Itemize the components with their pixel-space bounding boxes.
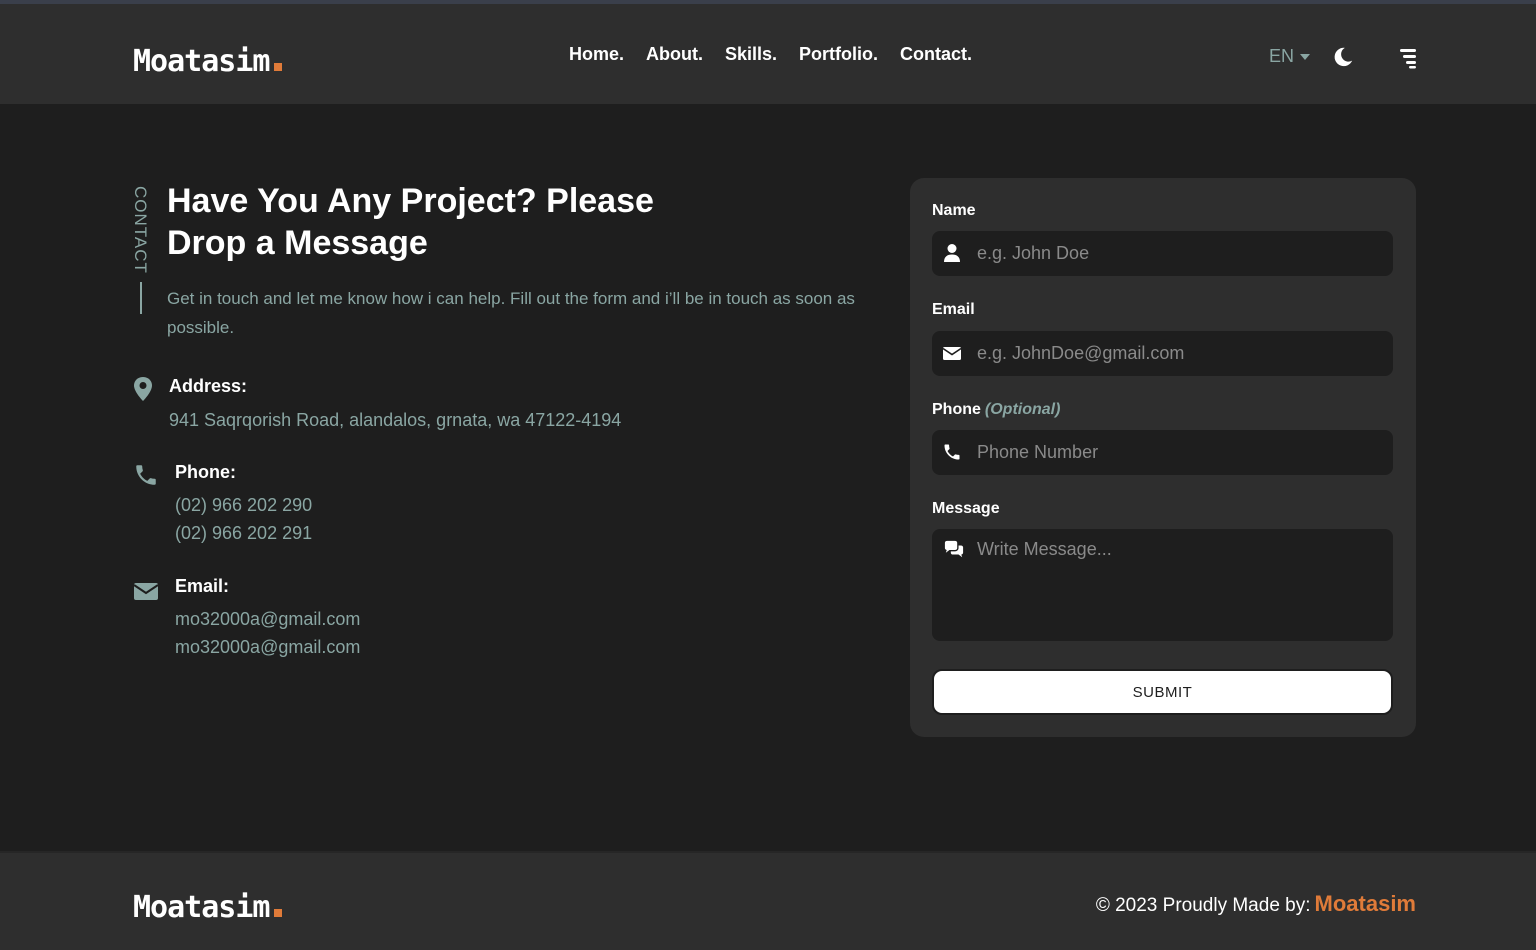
optional-tag: (Optional) — [984, 401, 1061, 418]
message-label: Message — [932, 500, 1000, 517]
section-side-label: CONTACT — [131, 186, 150, 274]
nav-home[interactable]: Home. — [569, 44, 624, 65]
side-divider — [140, 282, 142, 314]
contact-form: Name Email Phone(Optional) Message — [910, 178, 1416, 737]
logo[interactable]: Moatasim — [133, 47, 282, 77]
name-field — [932, 231, 1393, 276]
intro-text: Get in touch and let me know how i can h… — [167, 289, 855, 337]
copyright: © 2023 Proudly Made by: Moatasim — [1096, 891, 1416, 917]
footer-logo-dot — [273, 909, 282, 917]
nav-about[interactable]: About. — [646, 44, 703, 65]
address-value: 941 Saqrqorish Road, alandalos, grnata, … — [169, 410, 622, 430]
logo-text: Moatasim — [133, 44, 270, 79]
page-title: Have You Any Project? Please Drop a Mess… — [167, 182, 654, 262]
language-value: EN — [1269, 46, 1295, 66]
message-input[interactable] — [977, 539, 1377, 629]
copyright-text: © 2023 Proudly Made by: — [1095, 895, 1311, 916]
phone-label: Phone: — [175, 462, 236, 482]
phone-field — [932, 430, 1393, 475]
footer-logo[interactable]: Moatasim — [133, 893, 282, 923]
phone-icon — [944, 444, 960, 460]
nav-contact[interactable]: Contact. — [900, 44, 972, 65]
email-label: Email: — [175, 576, 230, 596]
submit-button[interactable]: SUBMIT — [932, 669, 1393, 715]
email-input[interactable] — [977, 331, 1377, 376]
email-value-1[interactable]: mo32000a@gmail.com — [175, 605, 360, 633]
email-field-label: Email — [932, 301, 975, 318]
user-icon — [944, 244, 960, 262]
menu-icon[interactable] — [1399, 47, 1417, 69]
name-input[interactable] — [977, 231, 1377, 276]
phone-field-label: Phone (Optional) — [932, 401, 1060, 419]
chevron-down-icon — [1300, 53, 1311, 60]
email-block: Email: mo32000a@gmail.com mo32000a@gmail… — [133, 576, 733, 666]
nav-portfolio[interactable]: Portfolio. — [799, 44, 878, 65]
phone-icon — [136, 465, 156, 485]
moon-icon[interactable] — [1332, 45, 1354, 69]
author-link[interactable]: Moatasim — [1315, 891, 1416, 916]
nav-skills[interactable]: Skills. — [725, 44, 777, 65]
footer-logo-text: Moatasim — [133, 890, 270, 925]
phone-value-2[interactable]: (02) 966 202 291 — [175, 519, 312, 547]
email-field — [932, 331, 1393, 376]
address-label: Address: — [169, 376, 248, 396]
language-selector[interactable]: EN — [1269, 46, 1311, 67]
message-field — [932, 529, 1393, 641]
main-nav: Home. About. Skills. Portfolio. Contact. — [569, 44, 972, 65]
envelope-icon — [942, 347, 962, 360]
phone-value-1[interactable]: (02) 966 202 290 — [175, 491, 312, 519]
name-label: Name — [932, 202, 976, 219]
envelope-icon — [133, 583, 159, 600]
email-value-2[interactable]: mo32000a@gmail.com — [175, 633, 360, 661]
address-block: Address: 941 Saqrqorish Road, alandalos,… — [133, 376, 733, 436]
chat-bubbles-icon — [944, 540, 964, 558]
location-pin-icon — [134, 377, 152, 401]
logo-dot — [273, 63, 282, 71]
site-header: Moatasim Home. About. Skills. Portfolio.… — [0, 4, 1536, 104]
phone-input[interactable] — [977, 430, 1377, 475]
site-footer: Moatasim © 2023 Proudly Made by: Moatasim — [0, 851, 1536, 950]
phone-block: Phone: (02) 966 202 290 (02) 966 202 291 — [133, 462, 733, 552]
phone-field-label-text: Phone — [932, 401, 981, 418]
